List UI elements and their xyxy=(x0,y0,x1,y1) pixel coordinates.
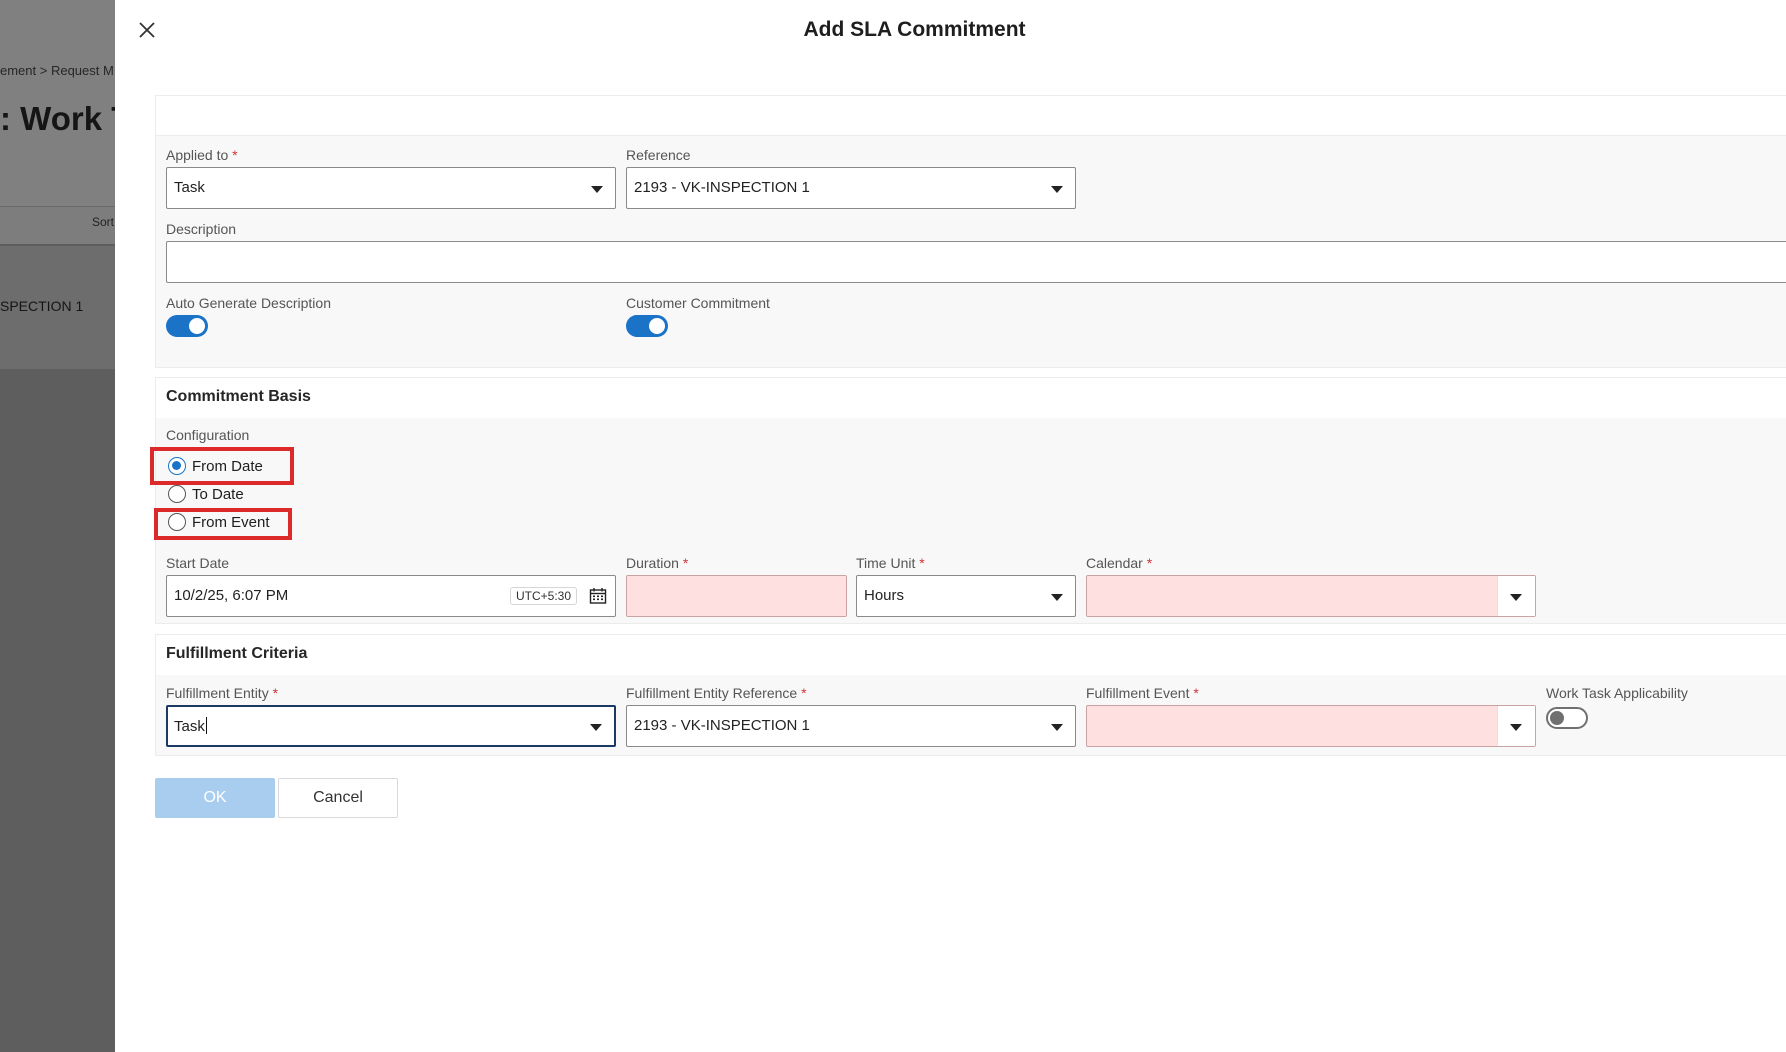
customer-commitment-label: Customer Commitment xyxy=(626,295,770,311)
start-date-input[interactable]: 10/2/25, 6:07 PM UTC+5:30 xyxy=(166,575,616,617)
fulfillment-event-label: Fulfillment Event * xyxy=(1086,685,1199,701)
applied-to-select[interactable]: Task xyxy=(166,167,616,209)
chevron-down-icon xyxy=(1051,186,1063,193)
background-row-label: SPECTION 1 xyxy=(0,298,84,314)
applied-to-value: Task xyxy=(174,179,205,196)
duration-input[interactable] xyxy=(626,575,847,617)
auto-generate-label: Auto Generate Description xyxy=(166,295,331,311)
start-date-label: Start Date xyxy=(166,555,230,571)
fulfillment-criteria-header: Fulfillment Criteria xyxy=(156,635,1786,675)
reference-select[interactable]: 2193 - VK-INSPECTION 1 xyxy=(626,167,1076,209)
radio-to-date[interactable]: To Date xyxy=(168,483,244,505)
configuration-label: Configuration xyxy=(166,427,250,443)
start-date-value: 10/2/25, 6:07 PM xyxy=(174,587,289,604)
panel-title: Add SLA Commitment xyxy=(803,18,1026,41)
radio-button-checked xyxy=(168,457,186,475)
radio-from-date[interactable]: From Date xyxy=(168,455,263,477)
time-unit-value: Hours xyxy=(864,587,905,604)
commitment-basis-title: Commitment Basis xyxy=(166,388,311,405)
time-unit-label: Time Unit * xyxy=(856,555,925,571)
fulfillment-entity-value: Task xyxy=(174,717,207,735)
chevron-down-icon xyxy=(1051,594,1063,601)
fulfillment-entity-reference-select[interactable]: 2193 - VK-INSPECTION 1 xyxy=(626,705,1076,747)
fulfillment-event-dropdown-button[interactable] xyxy=(1497,706,1535,746)
customer-commitment-toggle[interactable] xyxy=(626,315,668,337)
applied-to-label: Applied to * xyxy=(166,147,238,163)
auto-generate-toggle[interactable] xyxy=(166,315,208,337)
background-page: ement > Request M : Work T Sort SPECTION… xyxy=(0,0,115,1052)
background-sort-label: Sort xyxy=(92,215,115,229)
calendar-label: Calendar * xyxy=(1086,555,1153,571)
timezone-badge: UTC+5:30 xyxy=(509,587,577,605)
radio-label: From Date xyxy=(192,457,263,475)
radio-label: To Date xyxy=(192,485,244,503)
time-unit-select[interactable]: Hours xyxy=(856,575,1076,617)
background-title: : Work T xyxy=(0,100,115,137)
background-breadcrumb: ement > Request M xyxy=(0,63,114,78)
fulfillment-entity-reference-label: Fulfillment Entity Reference * xyxy=(626,685,807,701)
cancel-button[interactable]: Cancel xyxy=(278,778,398,818)
fulfillment-entity-select[interactable]: Task xyxy=(166,705,616,747)
ok-button[interactable]: OK xyxy=(155,778,275,818)
add-sla-commitment-panel: Add SLA Commitment Applied to * Task Ref… xyxy=(115,0,1786,1052)
fulfillment-entity-label: Fulfillment Entity * xyxy=(166,685,279,701)
chevron-down-icon xyxy=(1051,724,1063,731)
radio-button xyxy=(168,513,186,531)
general-section: Applied to * Task Reference 2193 - VK-IN… xyxy=(155,95,1786,368)
fulfillment-entity-reference-value: 2193 - VK-INSPECTION 1 xyxy=(634,717,810,734)
commitment-basis-header: Commitment Basis xyxy=(156,378,1786,418)
calendar-select[interactable] xyxy=(1086,575,1536,617)
fulfillment-criteria-title: Fulfillment Criteria xyxy=(166,645,308,662)
chevron-down-icon xyxy=(1510,724,1522,731)
reference-value: 2193 - VK-INSPECTION 1 xyxy=(634,179,810,196)
description-label: Description xyxy=(166,221,237,237)
text-cursor xyxy=(205,717,207,734)
radio-from-event[interactable]: From Event xyxy=(168,511,270,533)
radio-label: From Event xyxy=(192,513,270,531)
work-task-applicability-label: Work Task Applicability xyxy=(1546,685,1688,701)
duration-label: Duration * xyxy=(626,555,689,571)
chevron-down-icon xyxy=(591,186,603,193)
fulfillment-criteria-section: Fulfillment Criteria Fulfillment Entity … xyxy=(155,634,1786,756)
calendar-icon[interactable] xyxy=(589,587,607,605)
general-section-header xyxy=(156,96,1786,136)
chevron-down-icon xyxy=(1510,594,1522,601)
radio-button xyxy=(168,485,186,503)
description-input[interactable] xyxy=(166,241,1786,283)
work-task-applicability-toggle[interactable] xyxy=(1546,707,1588,729)
fulfillment-event-select[interactable] xyxy=(1086,705,1536,747)
calendar-dropdown-button[interactable] xyxy=(1497,576,1535,616)
reference-label: Reference xyxy=(626,147,691,163)
chevron-down-icon xyxy=(590,724,602,731)
panel-title-wrap: Add SLA Commitment xyxy=(115,18,1786,42)
commitment-basis-section: Commitment Basis Configuration From Date… xyxy=(150,377,1786,624)
